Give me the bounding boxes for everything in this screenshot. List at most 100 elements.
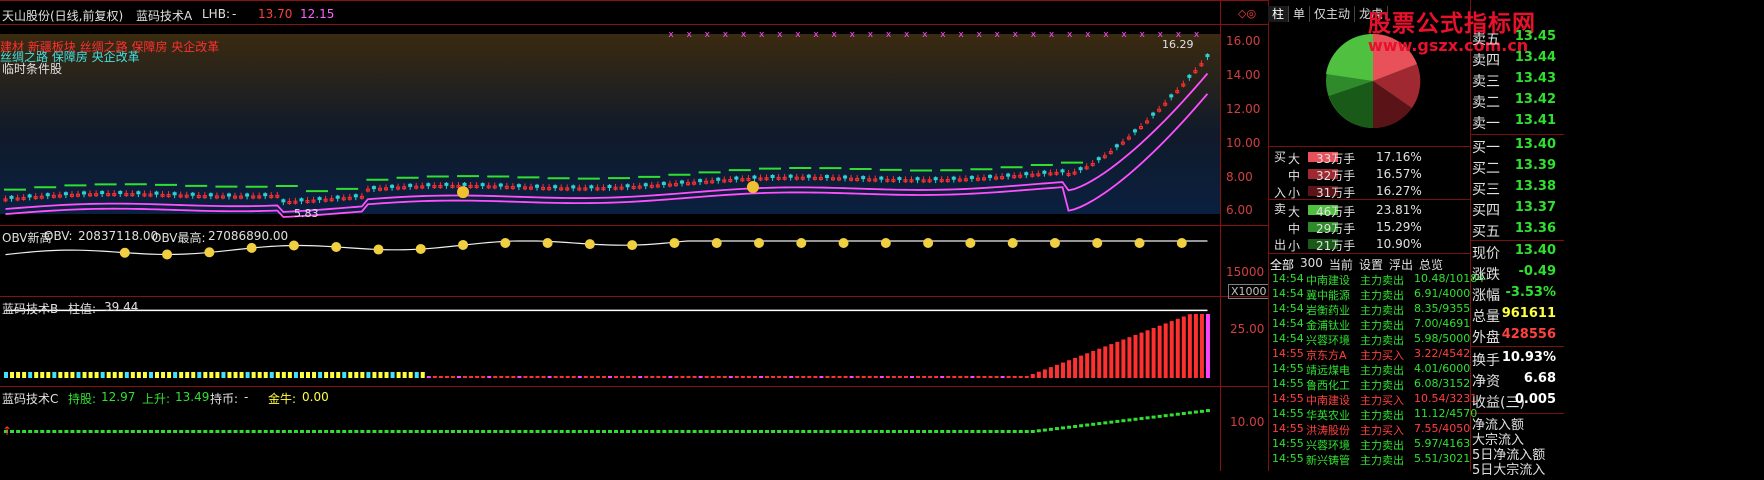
tick-row[interactable]: 14:54 金浦钛业 主力卖出 7.00/4691	[1268, 317, 1474, 332]
tick-row[interactable]: 14:55 新兴铸管 主力卖出 5.51/3021	[1268, 452, 1474, 467]
indicator-b-bar	[928, 376, 933, 378]
indicator-c-hold-mark	[988, 430, 993, 433]
tick-row[interactable]: 14:54 冀中能源 主力卖出 6.91/4000	[1268, 287, 1474, 302]
indicator-b-bar	[1139, 332, 1144, 378]
bid-level[interactable]: 买二 13.39	[1470, 156, 1560, 177]
indicator-b-bar	[638, 376, 643, 378]
indicator-c-hold-mark	[885, 430, 890, 433]
indicator-b-bar	[728, 376, 733, 378]
indicator-c-hold-mark	[547, 430, 552, 433]
tick-row[interactable]: 14:55 京东方A 主力买入 3.22/4542	[1268, 347, 1474, 362]
quote-stat[interactable]: 换手 10.93%	[1470, 348, 1560, 369]
tick-tab-current[interactable]: 当前	[1329, 256, 1353, 273]
indicator-c-hold-mark	[366, 430, 371, 433]
indicator-b-bar	[469, 376, 474, 378]
temp-condition-label: 临时条件股	[2, 62, 63, 76]
indicator-c-hold-mark	[1193, 410, 1198, 414]
ask-level[interactable]: 卖五 13.45	[1470, 27, 1560, 48]
tick-row[interactable]: 14:54 岩衡药业 主力卖出 8.35/9355	[1268, 302, 1474, 317]
quote-stat[interactable]: 涨幅 -3.53%	[1470, 283, 1560, 304]
tick-time: 14:55	[1272, 452, 1304, 465]
quote-value: -3.53%	[1505, 285, 1557, 300]
sell-flow-row: 大 46万手 23.81%	[1268, 201, 1474, 219]
indicator-b-bar-label: 柱值:	[68, 302, 97, 316]
tab-active-only[interactable]: 仅主动	[1310, 6, 1356, 22]
indicator-b-bar	[336, 372, 341, 378]
ask-level[interactable]: 卖二 13.42	[1470, 90, 1560, 111]
indicator-c-hold-mark	[426, 430, 431, 433]
quote-stat[interactable]: 净资 6.68	[1470, 369, 1560, 390]
quote-value: 13.44	[1514, 50, 1556, 65]
candle-body	[734, 176, 739, 180]
ask-level[interactable]: 卖三 13.43	[1470, 69, 1560, 90]
signal-marker: x	[687, 30, 693, 40]
bid-level[interactable]: 买四 13.37	[1470, 198, 1560, 219]
bid-level[interactable]: 买五 13.36	[1470, 219, 1560, 240]
indicator-b-bar	[203, 372, 208, 378]
indicator-b-bar	[197, 372, 202, 378]
tab-bar[interactable]: 柱	[1268, 6, 1290, 22]
tick-detail: 3.22/4542	[1414, 347, 1471, 360]
indicator-c-hold-mark	[1133, 417, 1138, 421]
candle-body	[679, 180, 684, 184]
indicator-c-hold-mark	[76, 430, 81, 433]
indicator-b-bar	[318, 372, 323, 378]
indicator-b-bar	[704, 376, 709, 378]
capital-flow-link[interactable]: 5日大宗流入	[1470, 459, 1560, 480]
candle-body	[444, 182, 449, 186]
tick-row[interactable]: 14:55 鲁西化工 主力卖出 6.08/3152	[1268, 377, 1474, 392]
indicator-b-bar	[1085, 353, 1090, 378]
ask-level[interactable]: 卖四 13.44	[1470, 48, 1560, 69]
indicator-b-bar	[1169, 321, 1174, 378]
bid-level[interactable]: 买三 13.38	[1470, 177, 1560, 198]
tick-row[interactable]: 14:55 兴蓉环境 主力卖出 5.97/4163	[1268, 437, 1474, 452]
tick-stock-name: 中南建设	[1306, 394, 1350, 407]
quote-stat[interactable]: 总量 961611	[1470, 304, 1560, 325]
indicator-c-hold-mark	[293, 430, 298, 433]
bid-level[interactable]: 买一 13.40	[1470, 135, 1560, 156]
indicator-c-hold-mark	[450, 430, 455, 433]
kline-chart-area[interactable]: x x x x x x x x x x x x x x x x x x x x x x x x x x x x x x ↑ 天山股份(日线,…	[0, 0, 1270, 471]
indicator-b-bar	[167, 372, 172, 378]
quote-stat[interactable]: 外盘 428556	[1470, 325, 1560, 346]
tick-row[interactable]: 14:54 兴蓉环境 主力卖出 5.98/5000	[1268, 332, 1474, 347]
tick-row[interactable]: 14:55 靖远煤电 主力卖出 4.01/6000	[1268, 362, 1474, 377]
indicator-c-hold-mark	[952, 430, 957, 433]
indicator-c-hold-mark	[976, 430, 981, 433]
indicator-c-rise-label: 上升:	[142, 392, 171, 406]
lhb-value: -	[232, 7, 237, 21]
indicator-c-hold-mark	[958, 430, 963, 433]
tick-tab-300[interactable]: 300	[1300, 256, 1323, 273]
tick-row[interactable]: 14:55 华英农业 主力卖出 11.12/4570	[1268, 407, 1477, 422]
indicator-c-hold-mark	[535, 430, 540, 433]
indicator-c-hold-mark	[336, 430, 341, 433]
indicator-b-bar	[698, 376, 703, 378]
tick-tab-settings[interactable]: 设置	[1359, 256, 1383, 273]
indicator-b-bar	[64, 372, 69, 378]
candle-body	[824, 175, 829, 179]
indicator-c-hold-mark	[438, 430, 443, 433]
tick-tab-float[interactable]: 浮出	[1389, 256, 1413, 273]
tick-row[interactable]: 14:54 中南建设 主力卖出 10.48/10184	[1268, 272, 1484, 287]
tick-row[interactable]: 14:55 中南建设 主力买入 10.54/3231	[1268, 392, 1477, 407]
tick-row[interactable]: 14:55 洪涛股份 主力买入 7.55/4050	[1268, 422, 1474, 437]
signal-marker: x	[1140, 30, 1146, 40]
tick-tab-all[interactable]: 全部	[1270, 256, 1294, 273]
tab-single[interactable]: 单	[1289, 6, 1311, 22]
quote-stat[interactable]: 涨跌 -0.49	[1470, 262, 1560, 283]
tick-stock-name: 新兴铸管	[1306, 454, 1350, 467]
quote-stat[interactable]: 收益(三) 0.005	[1470, 390, 1560, 411]
indicator-b-bar	[982, 376, 987, 378]
indicator-b-bar	[269, 372, 274, 378]
tick-action: 主力卖出	[1360, 274, 1404, 287]
quote-stat[interactable]: 现价 13.40	[1470, 241, 1560, 262]
candle-body	[190, 192, 195, 196]
chart-menu-icon[interactable]: ◇◎	[1238, 7, 1256, 20]
quote-value: 13.43	[1514, 71, 1556, 86]
indicator-b-bar	[438, 376, 443, 378]
obv-new-high-badge	[711, 238, 722, 248]
tick-action: 主力买入	[1360, 349, 1404, 362]
tick-tab-overview[interactable]: 总览	[1419, 256, 1443, 273]
ask-level[interactable]: 卖一 13.41	[1470, 111, 1560, 132]
indicator-b-bar	[595, 376, 600, 378]
